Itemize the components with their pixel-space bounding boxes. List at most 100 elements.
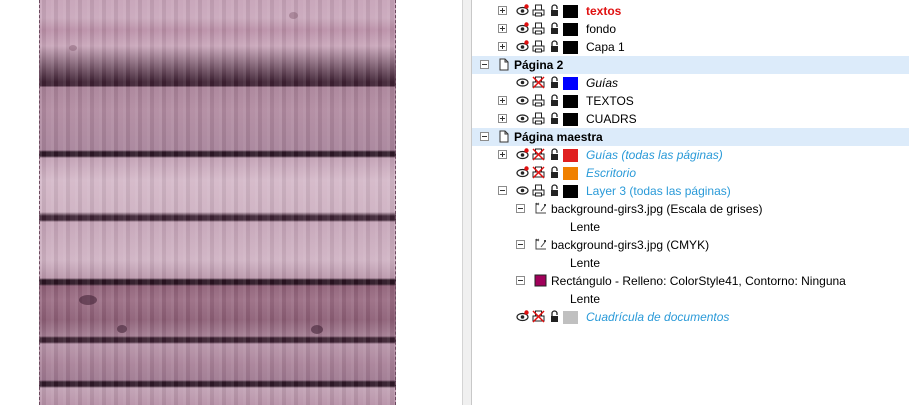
lock-icon[interactable] [548, 22, 561, 35]
lock-icon[interactable] [548, 184, 561, 197]
collapse-icon[interactable] [480, 132, 489, 141]
print-icon[interactable] [532, 4, 545, 17]
row-label: background-girs3.jpg (CMYK) [551, 238, 710, 252]
eye-icon[interactable] [516, 112, 529, 125]
layer-row[interactable]: TEXTOS [472, 92, 909, 110]
layer-color-swatch[interactable] [563, 167, 578, 180]
lock-icon[interactable] [548, 4, 561, 17]
eye-red-icon[interactable] [516, 166, 529, 179]
eye-red-icon[interactable] [516, 40, 529, 53]
row-label: TEXTOS [586, 94, 634, 108]
layer-color-swatch[interactable] [563, 95, 578, 108]
expand-icon[interactable] [498, 150, 507, 159]
layer-color-swatch[interactable] [563, 113, 578, 126]
bitmap-icon [534, 238, 547, 251]
expand-icon[interactable] [498, 96, 507, 105]
eye-red-icon[interactable] [516, 148, 529, 161]
lock-icon[interactable] [548, 94, 561, 107]
page-row[interactable]: Página 2 [472, 56, 909, 74]
eye-red-icon[interactable] [516, 310, 529, 323]
wood-knot [79, 295, 97, 305]
eye-icon[interactable] [516, 76, 529, 89]
page-icon [499, 130, 509, 143]
print-icon[interactable] [532, 40, 545, 53]
wood-knot [117, 325, 127, 333]
layer-color-swatch[interactable] [563, 23, 578, 36]
lens-row[interactable]: Lente [472, 218, 909, 236]
collapse-icon[interactable] [480, 60, 489, 69]
wood-knot [69, 45, 77, 51]
row-label: background-girs3.jpg (Escala de grises) [551, 202, 763, 216]
expand-icon[interactable] [498, 24, 507, 33]
lens-row[interactable]: Lente [472, 290, 909, 308]
layer-color-swatch[interactable] [563, 149, 578, 162]
page-border-right [395, 0, 396, 405]
layer-row[interactable]: Capa 1 [472, 38, 909, 56]
lock-icon[interactable] [548, 166, 561, 179]
row-label: Lente [570, 220, 601, 234]
lock-icon[interactable] [548, 76, 561, 89]
row-label: Página 2 [514, 58, 564, 72]
eye-red-icon[interactable] [516, 4, 529, 17]
layer-color-swatch[interactable] [563, 77, 578, 90]
print-disabled-icon[interactable] [532, 76, 545, 89]
page-row[interactable]: Página maestra [472, 128, 909, 146]
row-label: Página maestra [514, 130, 603, 144]
print-disabled-icon[interactable] [532, 310, 545, 323]
bitmap-icon [534, 202, 547, 215]
eye-red-icon[interactable] [516, 22, 529, 35]
print-icon[interactable] [532, 94, 545, 107]
row-label: Capa 1 [586, 40, 625, 54]
expand-icon[interactable] [498, 42, 507, 51]
object-row[interactable]: background-girs3.jpg (CMYK) [472, 236, 909, 254]
row-label: Cuadrícula de documentos [586, 310, 730, 324]
page-border-left [39, 0, 40, 405]
row-label: Guías [586, 76, 619, 90]
rectangle-icon [534, 274, 547, 287]
row-label: CUADRS [586, 112, 637, 126]
lock-icon[interactable] [548, 112, 561, 125]
layer-row[interactable]: Guías [472, 74, 909, 92]
layer-row[interactable]: fondo [472, 20, 909, 38]
row-label: Layer 3 (todas las páginas) [586, 184, 731, 198]
print-disabled-icon[interactable] [532, 166, 545, 179]
collapse-icon[interactable] [498, 186, 507, 195]
wood-knot [289, 12, 298, 19]
layer-color-swatch[interactable] [563, 41, 578, 54]
lock-icon[interactable] [548, 40, 561, 53]
wood-background-image[interactable] [39, 0, 396, 405]
object-row[interactable]: background-girs3.jpg (Escala de grises) [472, 200, 909, 218]
layer-row[interactable]: Escritorio [472, 164, 909, 182]
row-label: Rectángulo - Relleno: ColorStyle41, Cont… [551, 274, 846, 288]
row-label: fondo [586, 22, 617, 36]
collapse-icon[interactable] [516, 204, 525, 213]
layer-row[interactable]: Layer 3 (todas las páginas) [472, 182, 909, 200]
lock-icon[interactable] [548, 148, 561, 161]
print-icon[interactable] [532, 112, 545, 125]
expand-icon[interactable] [498, 114, 507, 123]
row-label: Escritorio [586, 166, 637, 180]
eye-icon[interactable] [516, 184, 529, 197]
row-label: Guías (todas las páginas) [586, 148, 723, 162]
object-row[interactable]: Rectángulo - Relleno: ColorStyle41, Cont… [472, 272, 909, 290]
row-label: Lente [570, 292, 601, 306]
layer-color-swatch[interactable] [563, 311, 578, 324]
lens-row[interactable]: Lente [472, 254, 909, 272]
print-icon[interactable] [532, 184, 545, 197]
lock-icon[interactable] [548, 310, 561, 323]
layer-color-swatch[interactable] [563, 185, 578, 198]
print-disabled-icon[interactable] [532, 148, 545, 161]
panel-splitter[interactable] [462, 0, 472, 405]
layer-row[interactable]: Cuadrícula de documentos [472, 308, 909, 326]
collapse-icon[interactable] [516, 276, 525, 285]
layer-row[interactable]: Guías (todas las páginas) [472, 146, 909, 164]
object-manager-panel: textos fondo Capa 1 Página 2 Guías TEXTOS CUAD… [472, 0, 909, 405]
print-icon[interactable] [532, 22, 545, 35]
collapse-icon[interactable] [516, 240, 525, 249]
layer-row[interactable]: CUADRS [472, 110, 909, 128]
eye-icon[interactable] [516, 94, 529, 107]
document-canvas[interactable] [0, 0, 462, 405]
expand-icon[interactable] [498, 6, 507, 15]
layer-color-swatch[interactable] [563, 5, 578, 18]
layer-row[interactable]: textos [472, 2, 909, 20]
